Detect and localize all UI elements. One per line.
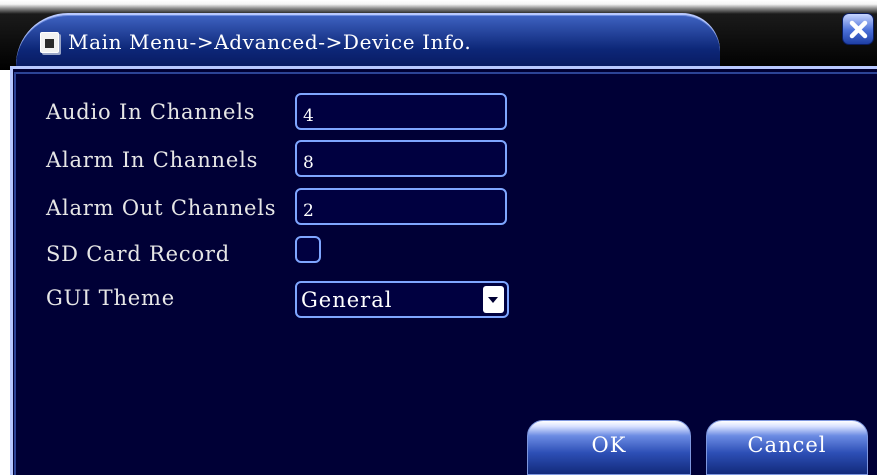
close-icon — [849, 20, 868, 39]
audio-in-label: Audio In Channels — [46, 100, 256, 124]
chevron-down-icon[interactable] — [483, 286, 504, 313]
dialog-content — [14, 72, 877, 475]
alarm-in-label: Alarm In Channels — [46, 148, 259, 172]
audio-in-field[interactable]: 4 — [295, 93, 507, 130]
window-title: Main Menu->Advanced->Device Info. — [68, 30, 472, 54]
sd-card-checkbox[interactable] — [295, 236, 321, 263]
alarm-out-label: Alarm Out Channels — [46, 196, 277, 220]
alarm-in-field[interactable]: 8 — [295, 140, 507, 177]
gui-theme-label: GUI Theme — [46, 286, 175, 310]
folder-icon — [40, 32, 59, 53]
gui-theme-select[interactable]: General — [295, 281, 509, 318]
alarm-out-field[interactable]: 2 — [295, 188, 507, 225]
title-bar: Main Menu->Advanced->Device Info. — [0, 0, 877, 77]
sd-card-label: SD Card Record — [46, 242, 230, 266]
ok-button[interactable]: OK — [527, 420, 691, 475]
close-button[interactable] — [842, 13, 874, 45]
cancel-button[interactable]: Cancel — [706, 420, 868, 475]
gui-theme-value: General — [301, 288, 393, 312]
